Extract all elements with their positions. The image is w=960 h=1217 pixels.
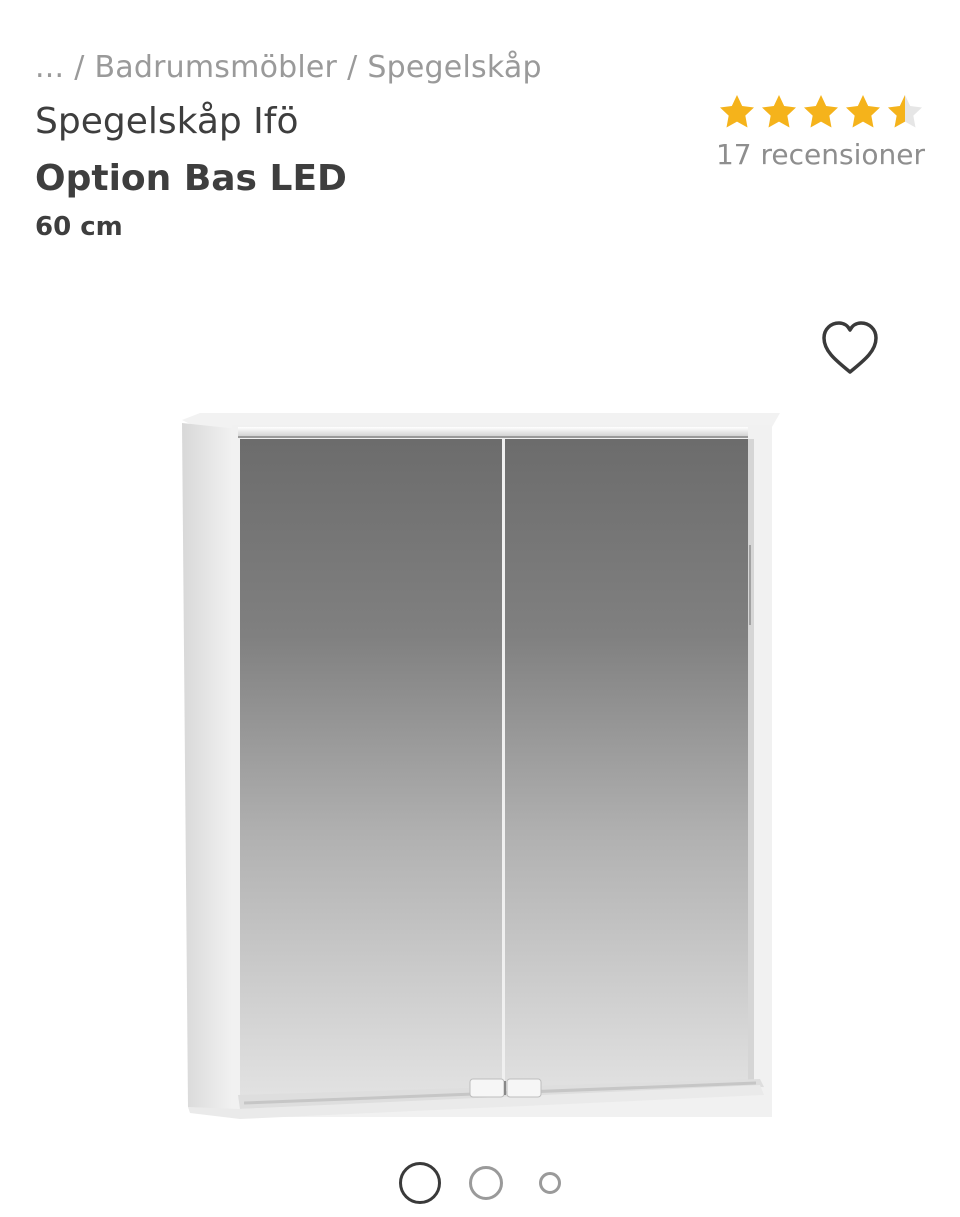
product-rating[interactable]: 17 recensioner — [716, 92, 925, 171]
gallery-dot-3[interactable] — [539, 1172, 561, 1194]
review-count[interactable]: 17 recensioner — [716, 138, 925, 171]
heart-outline-icon — [822, 321, 878, 374]
gallery-pagination — [0, 1162, 960, 1204]
breadcrumb-separator: / — [74, 50, 85, 85]
star-full-icon — [846, 95, 880, 128]
breadcrumb-item-ellipsis[interactable]: ... — [35, 50, 64, 85]
breadcrumb-item-badrumsmobler[interactable]: Badrumsmöbler — [95, 50, 338, 85]
mirror-cabinet-product-image — [182, 413, 780, 1119]
product-title-model: Option Bas LED — [35, 158, 347, 199]
product-image[interactable] — [160, 395, 800, 1145]
product-title-brand: Spegelskåp Ifö — [35, 101, 299, 142]
star-half-icon — [888, 95, 922, 128]
rating-stars — [716, 92, 925, 132]
gallery-dot-2[interactable] — [469, 1166, 503, 1200]
star-full-icon — [804, 95, 838, 128]
breadcrumb-item-spegelskap[interactable]: Spegelskåp — [367, 50, 541, 85]
star-full-icon — [762, 95, 796, 128]
breadcrumb: ... / Badrumsmöbler / Spegelskåp — [35, 50, 542, 85]
gallery-dot-1[interactable] — [399, 1162, 441, 1204]
breadcrumb-separator: / — [347, 50, 358, 85]
favorite-button[interactable] — [818, 318, 882, 378]
star-full-icon — [720, 95, 754, 128]
product-size: 60 cm — [35, 212, 123, 242]
